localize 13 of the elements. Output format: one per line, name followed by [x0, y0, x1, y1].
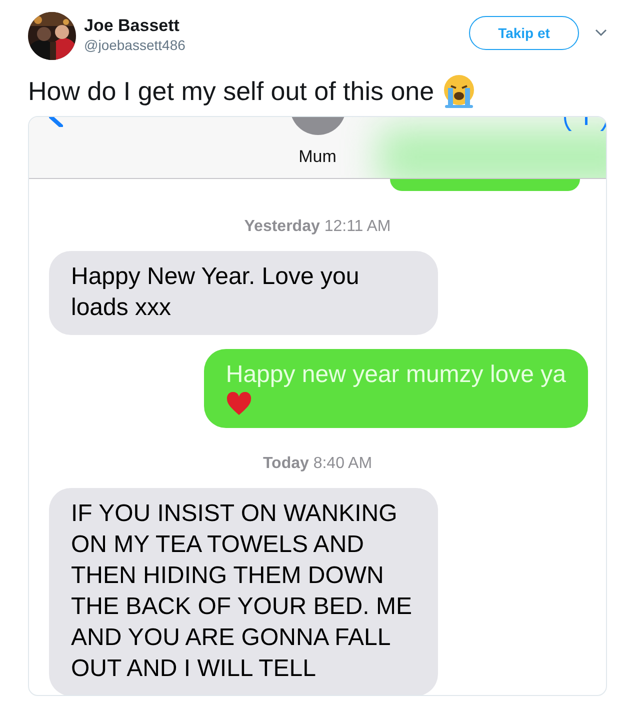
back-chevron-icon	[49, 117, 63, 127]
message-bubble: Happy new year mumzy love ya	[204, 349, 588, 428]
timestamp: Yesterday 12:11 AM	[244, 218, 391, 235]
chevron-down-icon[interactable]	[595, 29, 607, 37]
author-handle[interactable]: @joebassett486	[84, 36, 186, 54]
contact-name: Mum	[298, 146, 338, 168]
info-icon	[563, 117, 606, 131]
tweet-text: How do I get my self out of this one	[28, 75, 434, 108]
timestamp: Today 8:40 AM	[262, 455, 372, 472]
follow-button[interactable]: Takip et	[469, 16, 579, 50]
author-name[interactable]: Joe Bassett	[84, 16, 186, 36]
message-bubble: IF YOU INSIST ON WANKING ON MY TEA TOWELS AND THEN HIDING THEM DOWN THE BACK OF YOUR BED. ME AND YOU ARE GONNA FALL OUT AND I WILL TELL	[49, 488, 438, 695]
message-bubble: Happy New Year. Love you loads xxx	[49, 251, 438, 335]
